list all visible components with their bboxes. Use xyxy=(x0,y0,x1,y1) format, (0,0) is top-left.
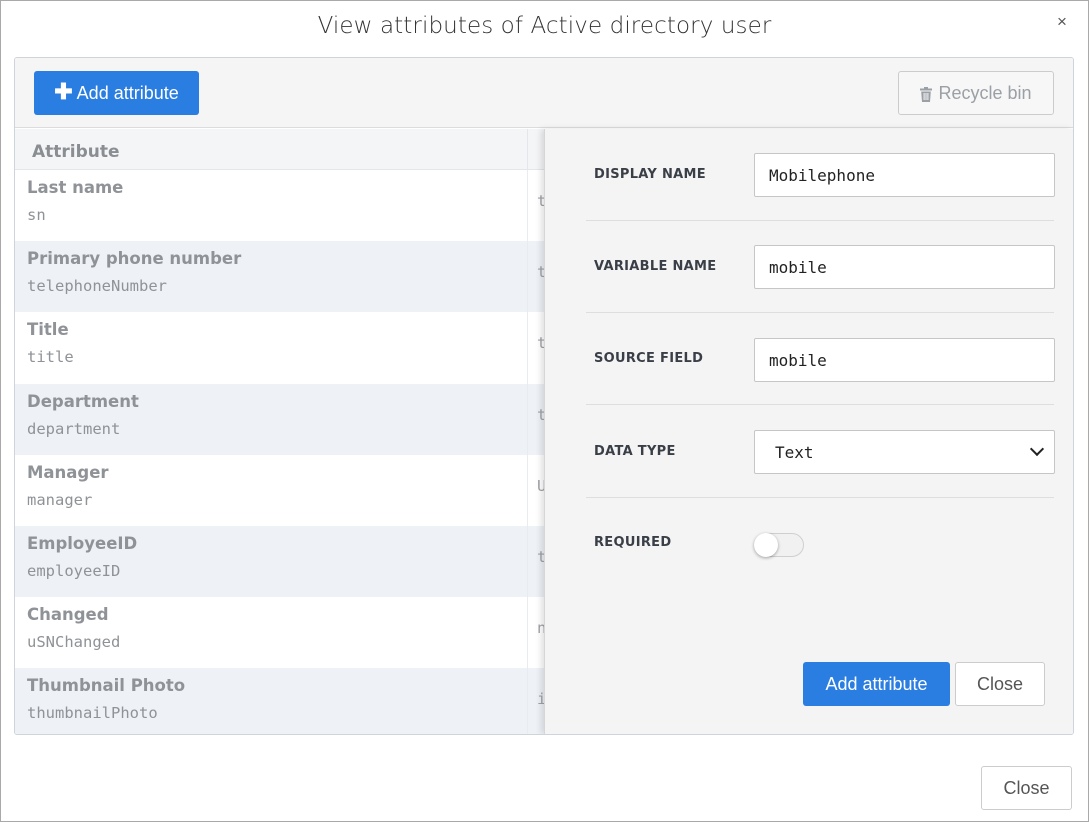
submit-add-attribute-button[interactable]: Add attribute xyxy=(803,662,950,706)
column-divider xyxy=(527,129,528,169)
attribute-label: Thumbnail Photo xyxy=(27,676,186,696)
table-header: Attribute xyxy=(15,129,545,170)
trash-icon xyxy=(920,86,933,102)
attribute-variable: sn xyxy=(27,206,46,224)
attribute-label: Primary phone number xyxy=(27,249,242,269)
column-divider xyxy=(527,597,528,669)
display-name-label: DISPLAY NAME xyxy=(594,167,706,182)
attribute-variable: department xyxy=(27,419,121,438)
attributes-panel: ✚ Add attribute Recycle bin Attribute La… xyxy=(14,57,1074,735)
table-row[interactable]: ManagermanagerU xyxy=(15,454,545,526)
attribute-label: Department xyxy=(27,391,139,411)
column-divider xyxy=(527,170,528,242)
required-label: REQUIRED xyxy=(594,535,672,550)
table-row[interactable]: Departmentdepartmentt xyxy=(15,383,545,455)
variable-name-row: VARIABLE NAME xyxy=(586,221,1055,313)
recycle-bin-label: Recycle bin xyxy=(938,82,1032,103)
attribute-variable: manager xyxy=(27,490,93,509)
attribute-table: Attribute Last namesntPrimary phone numb… xyxy=(15,129,545,734)
attribute-label: Manager xyxy=(27,462,109,482)
table-row[interactable]: EmployeeIDemployeeIDt xyxy=(15,525,545,598)
attribute-label: Changed xyxy=(27,605,109,625)
column-divider xyxy=(527,525,528,598)
table-row[interactable]: Primary phone numbertelephoneNumbert xyxy=(15,241,545,313)
source-field-row: SOURCE FIELD xyxy=(586,313,1055,405)
source-field-input[interactable] xyxy=(754,338,1055,382)
toggle-knob xyxy=(754,533,778,557)
column-divider xyxy=(527,383,528,455)
data-type-value: Text xyxy=(775,442,814,462)
table-row[interactable]: Thumbnail PhotothumbnailPhotoi xyxy=(15,668,545,734)
data-type-select[interactable]: Text xyxy=(754,430,1055,474)
column-divider xyxy=(527,668,528,734)
add-attribute-label: Add attribute xyxy=(76,82,179,103)
modal-title: View attributes of Active directory user xyxy=(317,13,772,39)
table-row[interactable]: ChangeduSNChangedn xyxy=(15,597,545,669)
recycle-bin-button[interactable]: Recycle bin xyxy=(898,71,1054,115)
table-row[interactable]: Titletitlet xyxy=(15,312,545,384)
attribute-variable: title xyxy=(27,348,74,367)
attribute-label: Title xyxy=(27,320,69,340)
attribute-form-panel: DISPLAY NAME VARIABLE NAME SOURCE FIELD … xyxy=(544,129,1073,734)
table-row[interactable]: Last namesnt xyxy=(15,170,545,242)
variable-name-label: VARIABLE NAME xyxy=(594,259,717,274)
data-type-label: DATA TYPE xyxy=(594,444,676,459)
required-row: REQUIRED xyxy=(586,497,1054,589)
add-attribute-button[interactable]: ✚ Add attribute xyxy=(34,71,199,115)
attribute-variable: employeeID xyxy=(27,561,121,580)
column-header-attribute: Attribute xyxy=(32,142,120,162)
modal-dialog: View attributes of Active directory user… xyxy=(0,0,1089,822)
attribute-variable: telephoneNumber xyxy=(27,277,167,296)
display-name-input[interactable] xyxy=(754,153,1055,197)
table-body: Last namesntPrimary phone numbertelephon… xyxy=(15,170,545,734)
source-field-label: SOURCE FIELD xyxy=(594,351,704,366)
toolbar: ✚ Add attribute Recycle bin xyxy=(15,58,1073,128)
attribute-variable: uSNChanged xyxy=(27,633,121,652)
required-toggle[interactable] xyxy=(754,533,804,557)
column-divider xyxy=(527,241,528,313)
close-icon[interactable]: × xyxy=(1054,13,1070,30)
column-divider xyxy=(527,454,528,526)
plus-icon: ✚ xyxy=(54,79,73,104)
data-type-row: DATA TYPE Text xyxy=(586,406,1055,498)
column-divider xyxy=(527,312,528,384)
modal-close-button[interactable]: Close xyxy=(981,766,1072,810)
attribute-label: EmployeeID xyxy=(27,533,138,553)
variable-name-input[interactable] xyxy=(754,245,1055,289)
form-close-button[interactable]: Close xyxy=(955,662,1045,706)
display-name-row: DISPLAY NAME xyxy=(586,129,1055,221)
attribute-variable: thumbnailPhoto xyxy=(27,704,158,723)
chevron-down-icon xyxy=(1029,441,1045,457)
attribute-label: Last name xyxy=(27,178,124,197)
